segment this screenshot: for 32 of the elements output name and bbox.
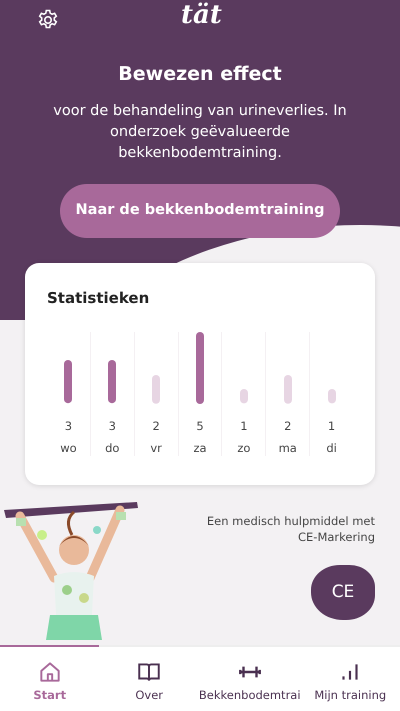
day-label: do (105, 440, 120, 456)
day-label: vr (150, 440, 162, 456)
chart-bar (196, 332, 204, 404)
hero-title: Bewezen effect (117, 62, 283, 87)
chart-bar (152, 374, 160, 404)
bar-value: 2 (152, 418, 160, 434)
hero-subtitle: voor de behandeling van urineverlies. In onderzoek geëvalueerde bekkenbodemtraining. (52, 102, 348, 162)
nav-tab[interactable]: Mijn training (300, 645, 400, 711)
nav-tab[interactable]: Bekkenbodemtrai (198, 645, 301, 711)
day-label: zo (237, 440, 250, 456)
logo: tät (181, 0, 222, 32)
day-label: za (193, 440, 207, 456)
chart-bar (284, 374, 292, 404)
nav-tab[interactable]: Over (99, 645, 199, 711)
bar-value: 2 (284, 418, 292, 434)
card-title: Statistieken (47, 288, 150, 309)
bar-value: 3 (64, 418, 72, 434)
chart-bar (64, 360, 72, 404)
training-button[interactable]: Naar de bekkenbodemtraining (60, 184, 340, 238)
day-label: wo (60, 440, 77, 456)
ce-marking-text: Een medisch hulpmiddel met CE-Markering (206, 513, 375, 545)
chart-bar (108, 360, 116, 404)
bar-value: 5 (196, 418, 204, 434)
nav-tab[interactable]: Start (0, 645, 100, 711)
day-label: ma (278, 440, 297, 456)
day-label: di (326, 440, 337, 456)
bar-value: 3 (108, 418, 116, 434)
chart-bar (240, 389, 248, 404)
bar-value: 1 (328, 418, 336, 434)
chart-bar (328, 389, 336, 404)
bar-value: 1 (240, 418, 248, 434)
ce-badge: CE (311, 565, 375, 620)
